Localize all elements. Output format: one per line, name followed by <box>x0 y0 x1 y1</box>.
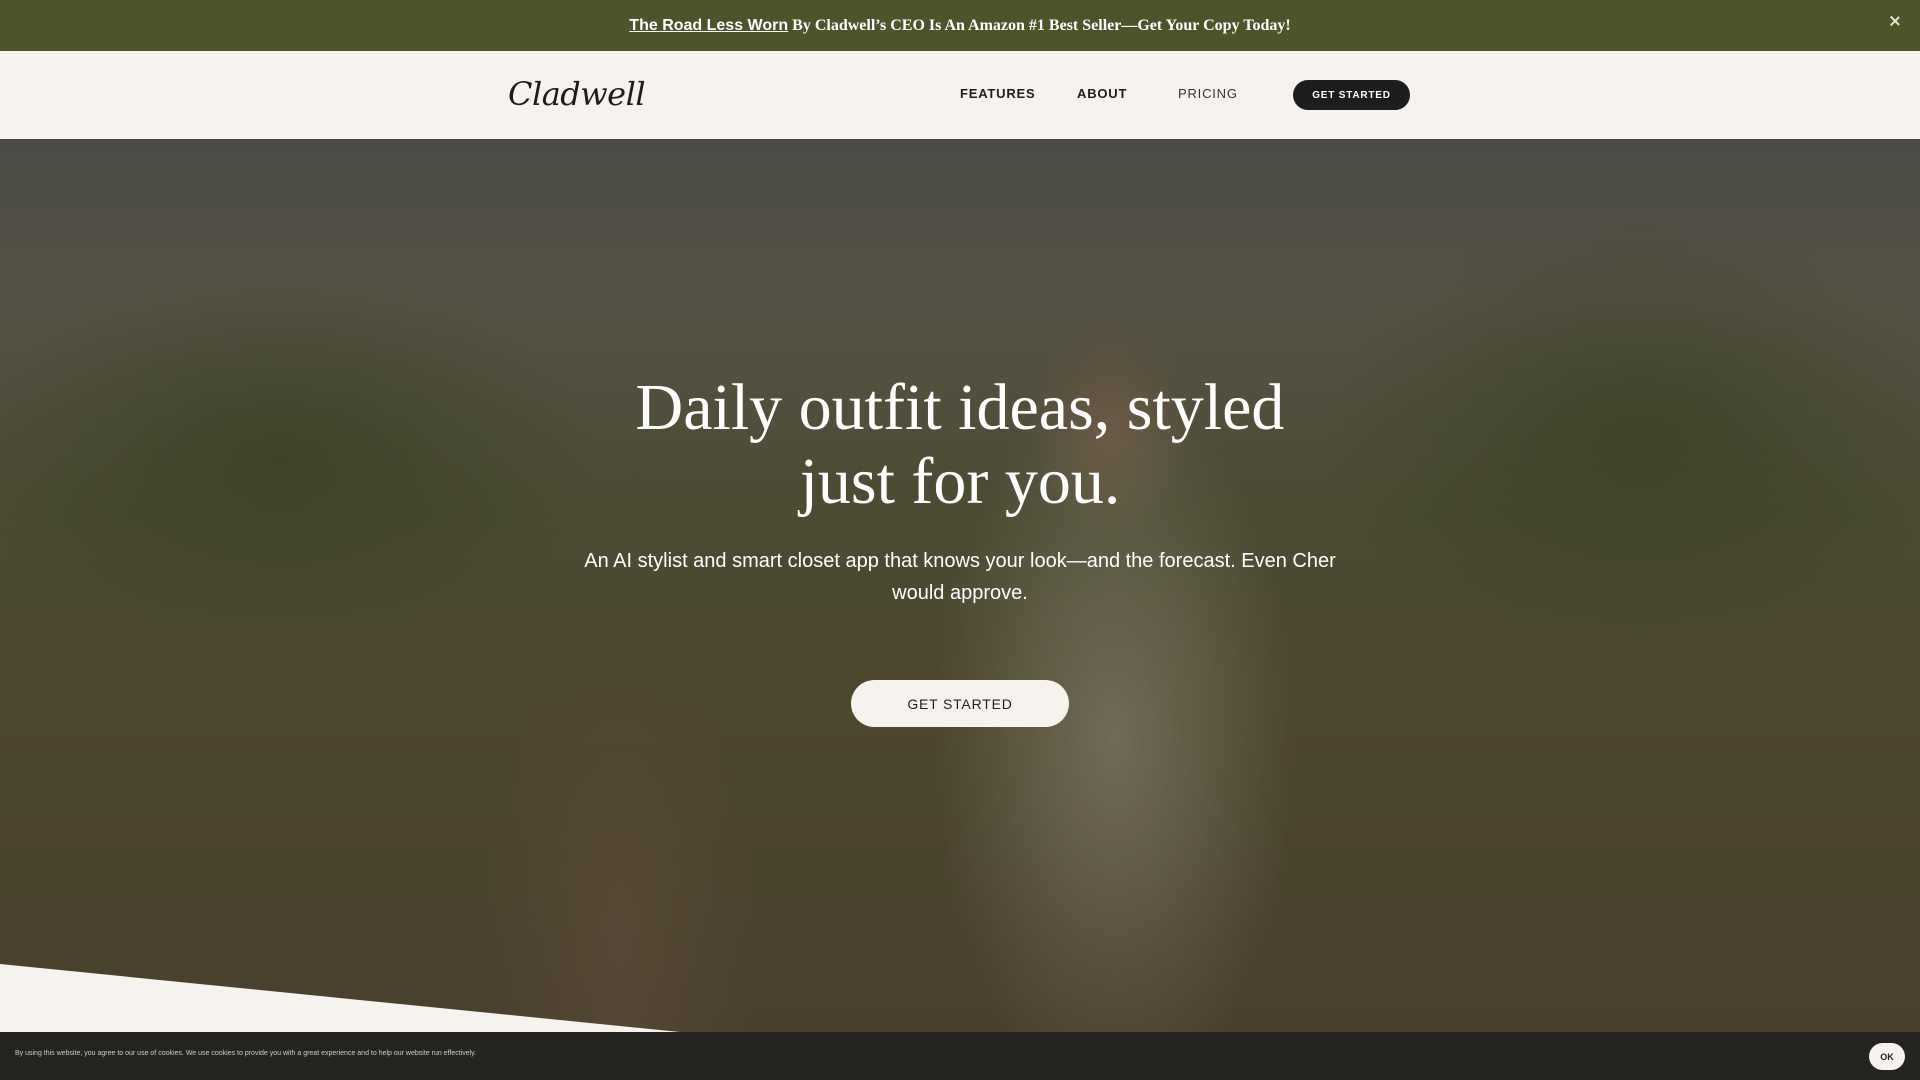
hero-get-started-button[interactable]: GET STARTED <box>851 680 1069 727</box>
hero-title-line2: just for you. <box>799 445 1121 518</box>
site-header: Cladwell FEATURES ABOUT PRICING GET STAR… <box>0 51 1920 139</box>
announcement-text: By Cladwell’s CEO Is An Amazon #1 Best S… <box>792 16 1291 34</box>
announcement-link[interactable]: The Road Less Worn <box>629 17 788 35</box>
cookie-text: By using this website, you agree to our … <box>15 1050 477 1057</box>
nav-features[interactable]: FEATURES <box>960 86 1036 101</box>
nav-pricing[interactable]: PRICING <box>1178 86 1238 101</box>
hero-subtitle: An AI stylist and smart closet app that … <box>584 550 1336 604</box>
header-get-started-button[interactable]: GET STARTED <box>1293 80 1410 110</box>
hero-section: Daily outfit ideas, styled just for you. … <box>0 139 1920 1032</box>
cookie-ok-button[interactable]: OK <box>1869 1043 1905 1070</box>
hero-content: Daily outfit ideas, styled just for you. … <box>0 139 1920 1032</box>
cookie-banner: By using this website, you agree to our … <box>0 1032 1920 1080</box>
announcement-bar: The Road Less Worn By Cladwell’s CEO Is … <box>0 0 1920 51</box>
close-icon[interactable] <box>1886 13 1904 31</box>
hero-title-line1: Daily outfit ideas, styled <box>635 371 1285 444</box>
logo[interactable]: Cladwell <box>508 75 646 113</box>
hero-title: Daily outfit ideas, styled just for you. <box>560 371 1360 519</box>
nav-about[interactable]: ABOUT <box>1077 86 1127 101</box>
